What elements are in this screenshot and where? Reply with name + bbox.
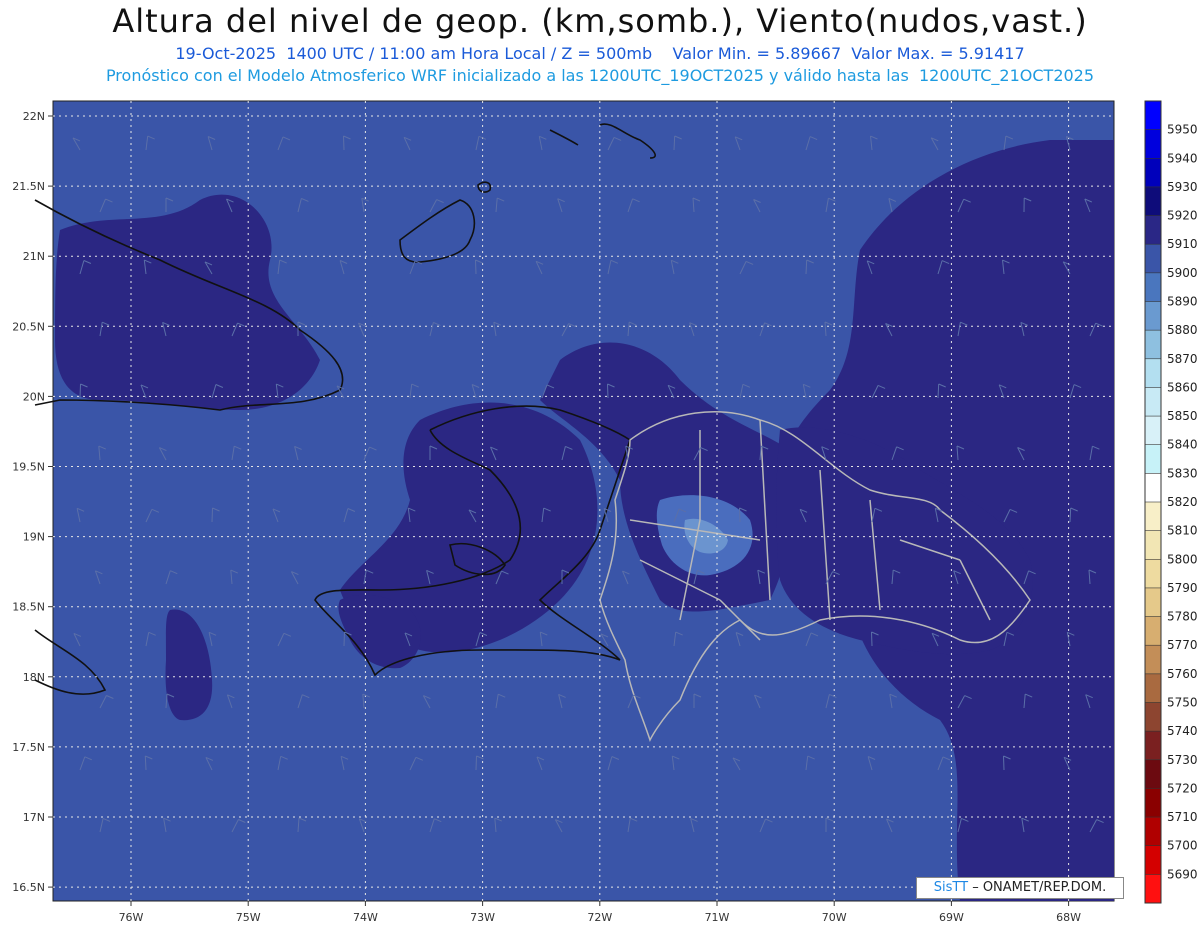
colorbar-swatch — [1145, 702, 1161, 732]
colorbar-swatch — [1145, 559, 1161, 589]
lon-label: 74W — [353, 911, 378, 924]
colorbar-label: 5940 — [1167, 151, 1198, 165]
wind-barb — [871, 631, 873, 647]
colorbar-label: 5800 — [1167, 552, 1198, 566]
colorbar-swatch — [1145, 101, 1161, 131]
wind-barb — [475, 259, 477, 275]
colorbar-label: 5910 — [1167, 237, 1198, 251]
wind-barb — [475, 755, 477, 771]
colorbar-swatch — [1145, 158, 1161, 188]
colorbar-swatch — [1145, 473, 1161, 503]
colorbar-label: 5730 — [1167, 753, 1198, 767]
colorbar-swatch — [1145, 129, 1161, 159]
colorbar-swatch — [1145, 272, 1161, 302]
lon-label: 73W — [470, 911, 495, 924]
colorbar-label: 5740 — [1167, 724, 1198, 738]
colorbar-swatch — [1145, 416, 1161, 446]
wind-barb — [144, 755, 147, 771]
lat-label: 22N — [23, 110, 45, 123]
colorbar-label: 5760 — [1167, 667, 1198, 681]
lon-label: 71W — [705, 911, 730, 924]
lat-label: 18.5N — [12, 601, 45, 614]
colorbar-label: 5750 — [1167, 696, 1198, 710]
colorbar-label: 5890 — [1167, 295, 1198, 309]
credit-text: – ONAMET/REP.DOM. — [968, 880, 1107, 895]
colorbar-swatch — [1145, 444, 1161, 474]
wind-barb — [1003, 755, 1005, 771]
colorbar-swatch — [1145, 215, 1161, 245]
colorbar-swatch — [1145, 616, 1161, 646]
colorbar-label: 5720 — [1167, 781, 1198, 795]
colorbar-swatch — [1145, 845, 1161, 875]
colorbar-swatch — [1145, 358, 1161, 388]
lon-label: 75W — [236, 911, 261, 924]
lat-label: 21N — [23, 250, 45, 263]
colorbar-label: 5900 — [1167, 266, 1198, 280]
lon-label: 70W — [822, 911, 847, 924]
wind-barb — [343, 135, 345, 151]
lat-label: 19N — [23, 531, 45, 544]
geopotential-map: 22N 21.5N 21N 20.5N 20N 19.5N 19N 18.5N 18N 17.5N… — [12, 100, 1198, 924]
lat-label: 17N — [23, 811, 45, 824]
colorbar-swatch — [1145, 387, 1161, 417]
colorbar-label: 5880 — [1167, 323, 1198, 337]
colorbar-swatch — [1145, 244, 1161, 274]
colorbar-swatch — [1145, 530, 1161, 560]
colorbar-label: 5700 — [1167, 839, 1198, 853]
lon-label: 76W — [119, 911, 144, 924]
wind-barb — [79, 383, 81, 399]
colorbar-label: 5780 — [1167, 610, 1198, 624]
lat-label: 21.5N — [12, 180, 45, 193]
colorbar-swatch — [1145, 330, 1161, 360]
wind-barb — [343, 631, 345, 647]
lon-label: 72W — [587, 911, 612, 924]
longitude-labels: 76W 75W 74W 73W 72W 71W 70W 69W 68W — [119, 911, 1082, 924]
colorbar-swatch — [1145, 587, 1161, 618]
colorbar-label: 5830 — [1167, 466, 1198, 480]
colorbar-swatch — [1145, 817, 1161, 847]
colorbar-label: 5850 — [1167, 409, 1198, 423]
latitude-labels: 22N 21.5N 21N 20.5N 20N 19.5N 19N 18.5N 18N 17.5N… — [12, 110, 45, 894]
colorbar-swatch — [1145, 673, 1161, 703]
colorbar-label: 5810 — [1167, 524, 1198, 538]
colorbar-label: 5790 — [1167, 581, 1198, 595]
colorbar-label: 5860 — [1167, 380, 1198, 394]
lat-label: 16.5N — [12, 881, 45, 894]
wind-barb — [1069, 507, 1072, 523]
lon-label: 69W — [939, 911, 964, 924]
colorbar-label: 5840 — [1167, 438, 1198, 452]
lat-label: 17.5N — [12, 741, 45, 754]
wind-barb — [937, 383, 940, 399]
lat-label: 19.5N — [12, 461, 45, 474]
colorbar-label: 5690 — [1167, 867, 1198, 881]
credit-brand: SisTT — [933, 880, 969, 895]
lon-label: 68W — [1056, 911, 1081, 924]
colorbar-label: 5870 — [1167, 352, 1198, 366]
colorbar-label: 5710 — [1167, 810, 1198, 824]
colorbar-swatch — [1145, 788, 1161, 818]
credit-box: SisTT – ONAMET/REP.DOM. — [916, 877, 1124, 899]
colorbar: 5950 5940 5930 5920 5910 5900 5890 5880 5870 5860… — [1144, 100, 1198, 904]
colorbar-swatch — [1145, 759, 1161, 789]
wind-barb — [607, 383, 609, 399]
colorbar-swatch — [1145, 301, 1161, 331]
colorbar-swatch — [1145, 645, 1161, 675]
colorbar-swatch — [1145, 731, 1161, 761]
colorbar-label: 5820 — [1167, 495, 1198, 509]
lat-label: 20N — [23, 390, 45, 403]
colorbar-label: 5770 — [1167, 638, 1198, 652]
colorbar-label: 5950 — [1167, 123, 1198, 137]
lat-label: 20.5N — [12, 320, 45, 333]
colorbar-label: 5920 — [1167, 209, 1198, 223]
colorbar-swatch — [1145, 186, 1161, 217]
colorbar-label: 5930 — [1167, 180, 1198, 194]
wind-barb — [805, 259, 808, 275]
wind-barb — [211, 507, 213, 523]
wind-barb — [673, 135, 676, 151]
colorbar-swatch — [1145, 874, 1161, 904]
lat-label: 18N — [23, 671, 45, 684]
wind-barb — [739, 507, 741, 523]
colorbar-swatch — [1145, 502, 1161, 532]
